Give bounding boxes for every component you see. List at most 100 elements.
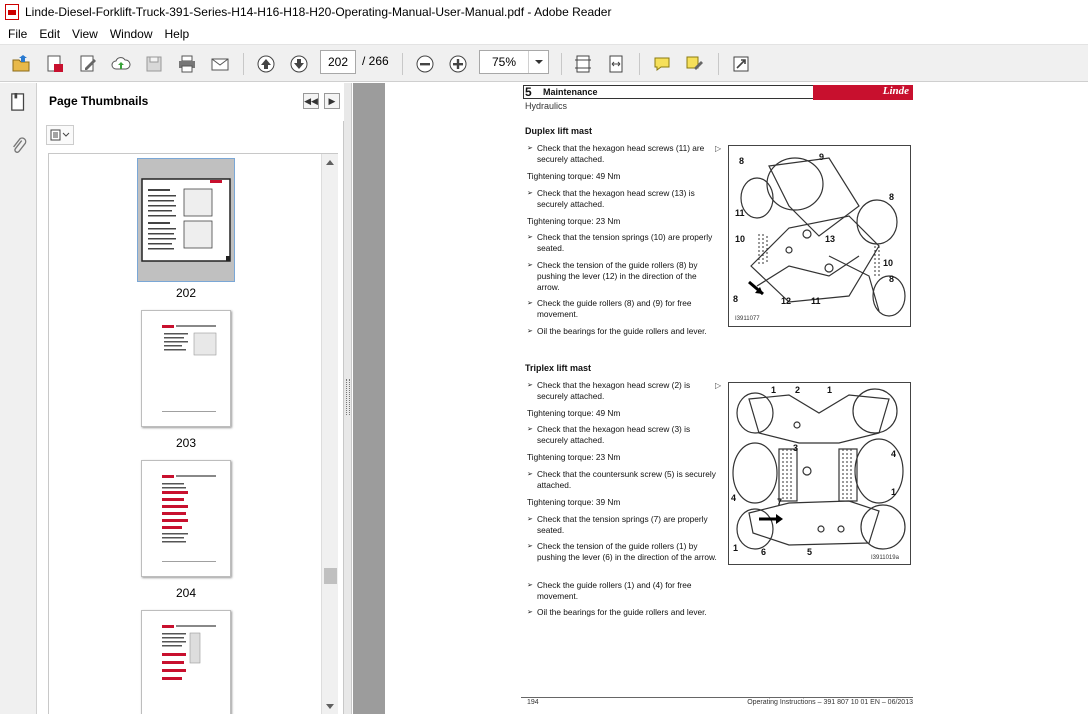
email-icon[interactable] xyxy=(209,53,231,75)
highlight-icon[interactable] xyxy=(684,53,706,75)
triplex-callout: 6 xyxy=(761,547,767,557)
triplex-callout: 4 xyxy=(731,493,737,503)
thumbnail-list[interactable]: 202 203 204 xyxy=(48,153,338,714)
zoom-out-icon[interactable] xyxy=(414,53,436,75)
triplex-figure-code: I3911019a xyxy=(871,555,899,561)
thumbnail-image[interactable] xyxy=(141,460,231,577)
edit-icon[interactable] xyxy=(77,53,99,75)
chapter-title: Maintenance xyxy=(543,87,598,97)
window-title: Linde-Diesel-Forklift-Truck-391-Series-H… xyxy=(25,5,612,19)
total-pages: / 266 xyxy=(362,54,389,68)
thumbnails-panel-header: Page Thumbnails ◀◀ ▶ xyxy=(38,83,344,121)
collapse-left-icon[interactable]: ◀◀ xyxy=(303,93,319,109)
expand-right-icon[interactable]: ▶ xyxy=(324,93,340,109)
duplex-step: Check that the hexagon head screw (13) i… xyxy=(527,188,717,210)
footer-rule xyxy=(521,697,913,698)
menu-edit[interactable]: Edit xyxy=(33,24,66,44)
duplex-step: Check the tension of the guide rollers (… xyxy=(527,260,717,293)
fullscreen-icon[interactable] xyxy=(730,53,752,75)
triplex-torque: Tightening torque: 49 Nm xyxy=(527,408,621,418)
thumbnail-page-number: 204 xyxy=(175,586,197,600)
scroll-up-icon[interactable] xyxy=(326,160,334,165)
previous-page-icon[interactable] xyxy=(255,53,277,75)
triplex-callout: 2 xyxy=(795,385,801,395)
duplex-callout: 10 xyxy=(735,234,746,244)
triplex-callout: 1 xyxy=(771,385,777,395)
triplex-step: Check that the hexagon head screw (3) is… xyxy=(527,424,717,446)
triplex-callout: 5 xyxy=(807,547,813,557)
triplex-heading: Triplex lift mast xyxy=(525,363,592,373)
attachments-icon[interactable] xyxy=(6,133,32,159)
zoom-select[interactable]: 75% xyxy=(479,50,549,74)
thumbnail-options-button[interactable] xyxy=(46,125,74,145)
zoom-in-icon[interactable] xyxy=(447,53,469,75)
create-pdf-icon[interactable] xyxy=(44,53,66,75)
thumbnail-image[interactable] xyxy=(137,158,235,282)
triplex-step: Check the tension of the guide rollers (… xyxy=(527,541,717,563)
triplex-callout: 4 xyxy=(891,449,897,459)
triplex-callout: 1 xyxy=(891,487,897,497)
menu-window[interactable]: Window xyxy=(104,24,159,44)
thumbnail-image[interactable] xyxy=(141,310,231,427)
triplex-torque: Tightening torque: 39 Nm xyxy=(527,497,621,507)
thumbnail-image[interactable] xyxy=(141,610,231,714)
duplex-step: Oil the bearings for the guide rollers a… xyxy=(527,326,717,337)
chapter-number: 5 xyxy=(525,85,532,99)
triplex-step: Check that the countersunk screw (5) is … xyxy=(527,469,717,491)
menu-help[interactable]: Help xyxy=(159,24,196,44)
thumbnails-panel: Page Thumbnails ◀◀ ▶ 202 203 204 xyxy=(38,83,344,714)
upload-cloud-icon[interactable] xyxy=(110,53,132,75)
duplex-step: Check the guide rollers (8) and (9) for … xyxy=(527,298,717,320)
scrollbar-thumb[interactable] xyxy=(324,568,337,584)
chevron-down-icon[interactable] xyxy=(528,51,548,73)
duplex-step: Check that the tension springs (10) are … xyxy=(527,232,717,254)
duplex-callout: 8 xyxy=(733,294,739,304)
comment-icon[interactable] xyxy=(651,53,673,75)
duplex-callout: 8 xyxy=(889,274,895,284)
triplex-step: Check the guide rollers (1) and (4) for … xyxy=(527,580,717,602)
thumbnail-page-number: 202 xyxy=(175,286,197,300)
menu-file[interactable]: File xyxy=(2,24,33,44)
fit-width-icon[interactable] xyxy=(605,53,627,75)
triplex-callout: 3 xyxy=(793,443,799,453)
duplex-callout: 11 xyxy=(811,296,821,306)
footer-reference: Operating Instructions – 391 807 10 01 E… xyxy=(747,699,913,706)
thumbnail-page-number: 203 xyxy=(175,436,197,450)
panel-title: Page Thumbnails xyxy=(49,94,149,108)
fit-page-icon[interactable] xyxy=(572,53,594,75)
duplex-torque: Tightening torque: 49 Nm xyxy=(527,171,621,181)
duplex-callout: 8 xyxy=(889,192,895,202)
triplex-callout: 1 xyxy=(733,543,739,553)
duplex-callout: 8 xyxy=(739,156,745,166)
document-view[interactable]: 5 Maintenance Linde Hydraulics Duplex li… xyxy=(353,83,1088,714)
page-number-input[interactable] xyxy=(320,50,356,74)
figure-ref-icon: ▷ xyxy=(715,144,722,153)
panel-splitter[interactable] xyxy=(344,83,352,714)
duplex-callout: 10 xyxy=(883,258,894,268)
print-icon[interactable] xyxy=(176,53,198,75)
duplex-callout: 13 xyxy=(825,234,836,244)
duplex-callout: 11 xyxy=(735,208,745,218)
scroll-down-icon[interactable] xyxy=(326,704,334,709)
triplex-torque: Tightening torque: 23 Nm xyxy=(527,452,621,462)
duplex-torque: Tightening torque: 23 Nm xyxy=(527,216,621,226)
figure-ref-icon: ▷ xyxy=(715,381,722,390)
menu-view[interactable]: View xyxy=(66,24,104,44)
thumbnail-scrollbar[interactable] xyxy=(321,154,338,714)
navigation-rail xyxy=(0,83,37,714)
open-file-icon[interactable] xyxy=(10,53,32,75)
logo-text: Linde xyxy=(882,85,909,97)
next-page-icon[interactable] xyxy=(288,53,310,75)
save-icon[interactable] xyxy=(143,53,165,75)
page-thumbnails-icon[interactable] xyxy=(6,89,32,115)
duplex-callout: 12 xyxy=(781,296,792,306)
pdf-app-icon xyxy=(5,4,19,20)
duplex-callout: 9 xyxy=(819,152,825,162)
zoom-value: 75% xyxy=(491,55,517,69)
splitter-grip-icon[interactable] xyxy=(346,379,350,415)
duplex-figure: 8 9 8 11 10 13 10 8 8 12 11 I3911077 xyxy=(728,145,911,327)
duplex-heading: Duplex lift mast xyxy=(525,126,593,136)
footer-page-number: 194 xyxy=(527,699,539,706)
title-bar: Linde-Diesel-Forklift-Truck-391-Series-H… xyxy=(0,0,1088,24)
section-title: Hydraulics xyxy=(525,101,568,111)
